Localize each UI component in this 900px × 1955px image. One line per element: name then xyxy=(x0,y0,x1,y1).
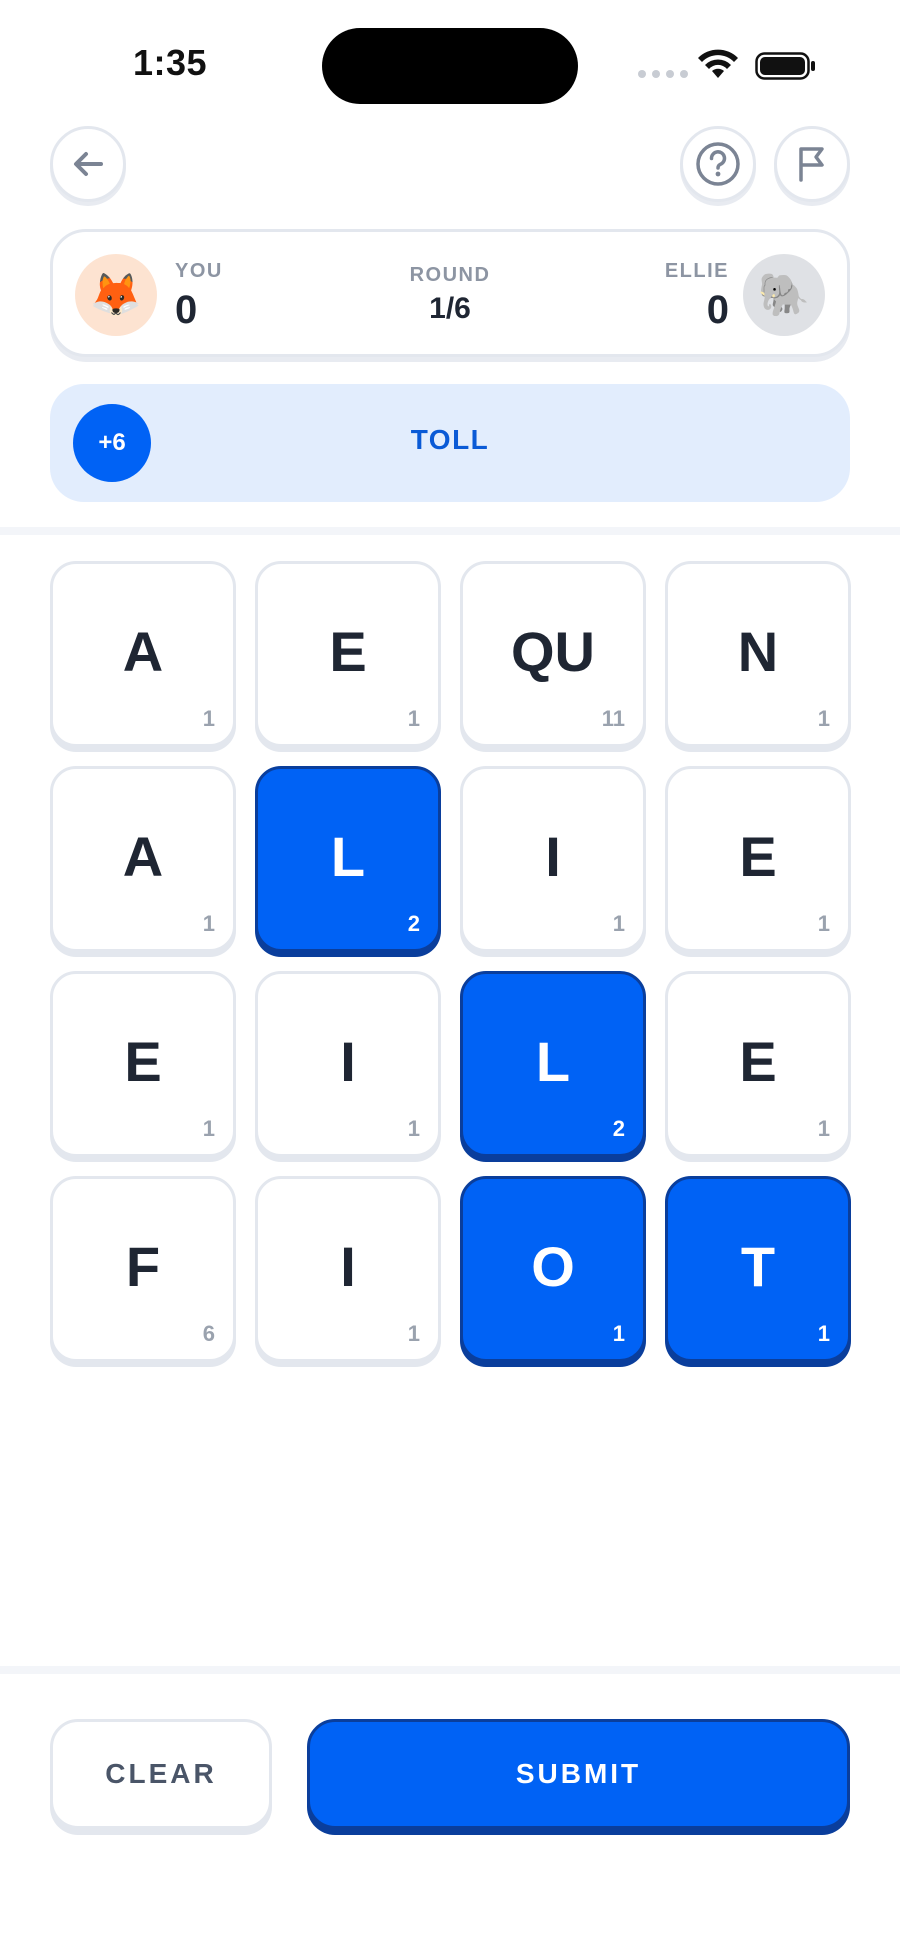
clear-button[interactable]: CLEAR xyxy=(50,1719,272,1829)
letter-tile[interactable]: E1 xyxy=(50,971,236,1157)
letter-tile[interactable]: QU 11 xyxy=(460,561,646,747)
dynamic-island xyxy=(322,28,578,104)
arrow-left-icon xyxy=(74,152,103,176)
tile-letter: L xyxy=(535,1029,571,1093)
letter-tile[interactable]: A1 xyxy=(50,561,236,747)
tile-points: 1 xyxy=(202,1116,215,1141)
tile-points: 1 xyxy=(407,1116,420,1141)
tile-letter: E xyxy=(739,1029,777,1093)
current-word: TOLL xyxy=(410,424,490,455)
letter-board: A 1 E 1 QU 11 N 1 A 1 L 2 I 1 E 1 E 1 I 1 L 2 E 1 F 6 I 1 O 1 T 1 xyxy=(50,561,851,1362)
divider xyxy=(0,527,900,535)
help-button[interactable] xyxy=(680,126,756,202)
tile-points: 1 xyxy=(202,706,215,731)
letter-tile[interactable]: L2 xyxy=(255,766,441,952)
tile-letter: E xyxy=(739,824,777,888)
tile-points: 1 xyxy=(817,1116,830,1141)
tile-letter: QU xyxy=(511,619,595,683)
opponent-score: 0 xyxy=(706,288,729,332)
battery-icon xyxy=(755,52,815,80)
letter-tile[interactable]: E1 xyxy=(665,971,851,1157)
tile-letter: T xyxy=(740,1234,776,1298)
tile-points: 6 xyxy=(202,1321,215,1346)
submit-button[interactable]: SUBMIT xyxy=(307,1719,850,1829)
letter-tile[interactable]: L2 xyxy=(460,971,646,1157)
tile-letter: L xyxy=(330,824,366,888)
tile-points: 1 xyxy=(817,706,830,731)
letter-tile[interactable]: T1 xyxy=(665,1176,851,1362)
tile-letter: A xyxy=(122,824,164,888)
letter-tile[interactable]: I1 xyxy=(255,971,441,1157)
opponent-avatar: 🐘 xyxy=(743,254,825,336)
tile-points: 1 xyxy=(817,1321,830,1346)
tile-letter: N xyxy=(737,619,779,683)
flag-icon xyxy=(799,147,824,182)
tile-letter: I xyxy=(340,1029,356,1093)
opponent-label: ELLIE xyxy=(664,260,729,282)
status-time: 1:35 xyxy=(133,42,208,83)
divider xyxy=(0,1666,900,1674)
tile-letter: O xyxy=(531,1234,575,1298)
tile-points: 1 xyxy=(407,1321,420,1346)
letter-tile[interactable]: O1 xyxy=(460,1176,646,1362)
letter-tile[interactable]: I1 xyxy=(255,1176,441,1362)
tile-points: 1 xyxy=(612,1321,625,1346)
tile-letter: I xyxy=(340,1234,356,1298)
letter-tile[interactable]: I1 xyxy=(460,766,646,952)
tile-letter: F xyxy=(125,1234,161,1298)
tile-points: 1 xyxy=(407,706,420,731)
cellular-signal-icon xyxy=(638,70,688,78)
letter-tile[interactable]: A1 xyxy=(50,766,236,952)
letter-tile[interactable]: E1 xyxy=(665,766,851,952)
tile-points: 2 xyxy=(407,911,420,936)
current-word-banner: +6 TOLL xyxy=(50,384,850,502)
letter-tile[interactable]: F6 xyxy=(50,1176,236,1362)
wifi-icon xyxy=(698,49,738,78)
score-card: 🦊 YOU 0 ROUND 1/6 ELLIE 0 🐘 xyxy=(50,229,850,357)
question-circle-icon xyxy=(696,142,740,186)
back-button[interactable] xyxy=(50,126,126,202)
tile-letter: A xyxy=(122,619,164,683)
tile-points: 1 xyxy=(612,911,625,936)
letter-tile[interactable]: N1 xyxy=(665,561,851,747)
tile-letter: E xyxy=(124,1029,162,1093)
letter-tile[interactable]: E1 xyxy=(255,561,441,747)
tile-points: 2 xyxy=(612,1116,625,1141)
tile-points: 1 xyxy=(202,911,215,936)
report-flag-button[interactable] xyxy=(774,126,850,202)
status-bar: 1:35 xyxy=(0,0,900,130)
tile-points: 11 xyxy=(601,706,625,731)
tile-points: 1 xyxy=(817,911,830,936)
tile-letter: I xyxy=(545,824,561,888)
tile-letter: E xyxy=(329,619,367,683)
